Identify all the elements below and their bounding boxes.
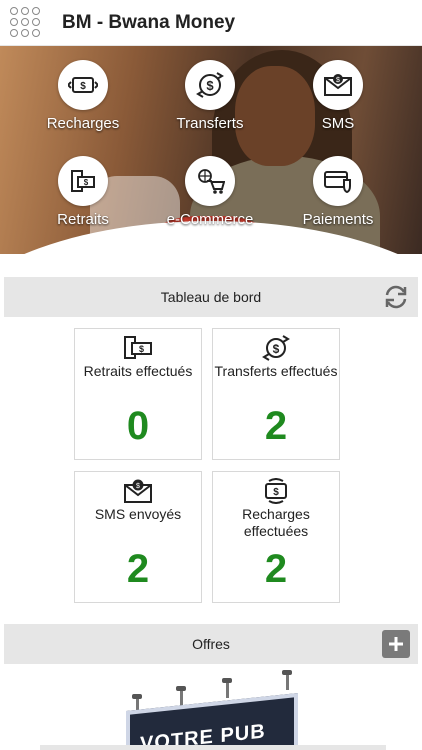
svg-text:$: $	[273, 487, 279, 498]
atm-withdraw-icon: $	[58, 156, 108, 206]
billboard: VOTRE PUB ICI	[126, 692, 298, 750]
sms-envelope-icon: $	[122, 478, 154, 504]
atm-withdraw-icon: $	[122, 335, 154, 361]
billboard-lamp	[222, 678, 232, 698]
card-recharges[interactable]: $ Recharges effectuées 2	[212, 471, 340, 603]
card-sms[interactable]: $ SMS envoyés 2	[74, 471, 202, 603]
recharge-cash-icon: $	[58, 60, 108, 110]
card-transferts[interactable]: $ Transferts effectués 2	[212, 328, 340, 460]
card-retraits[interactable]: $ Retraits effectués 0	[74, 328, 202, 460]
dollar-transfer-icon: $	[260, 335, 292, 361]
card-label: Recharges effectuées	[242, 506, 310, 539]
card-shield-icon	[313, 156, 363, 206]
service-transferts[interactable]: $ Transferts	[150, 60, 270, 132]
service-recharges[interactable]: $ Recharges	[23, 60, 143, 132]
svg-text:$: $	[80, 81, 86, 92]
globe-cart-icon	[185, 156, 235, 206]
sms-envelope-icon: $	[313, 60, 363, 110]
card-value: 0	[126, 404, 150, 448]
svg-text:$: $	[136, 483, 140, 490]
svg-text:$: $	[84, 178, 89, 187]
billboard-lamp	[282, 670, 292, 690]
svg-text:$: $	[206, 78, 214, 93]
service-label: Transferts	[176, 115, 244, 132]
dashboard-header: Tableau de bord	[4, 277, 418, 317]
ad-banner[interactable]: VOTRE PUB ICI	[40, 668, 386, 750]
offers-header: Offres	[4, 624, 418, 664]
card-label: Retraits effectués	[83, 363, 193, 379]
ad-footer-bar	[40, 745, 386, 750]
service-sms[interactable]: $ SMS	[278, 60, 398, 132]
service-label: Paiements	[302, 211, 374, 228]
hero-banner: $ Recharges $ Transferts $ SMS $ Retrait…	[0, 46, 422, 254]
recharge-cash-icon: $	[260, 478, 292, 504]
service-label: Recharges	[46, 115, 120, 132]
service-label: Retraits	[57, 211, 109, 228]
card-value: 2	[126, 547, 150, 591]
refresh-icon[interactable]	[382, 283, 410, 311]
card-value: 2	[264, 547, 288, 591]
billboard-lamp	[176, 686, 186, 706]
dollar-transfer-icon: $	[185, 60, 235, 110]
service-label: SMS	[321, 115, 355, 132]
service-paiements[interactable]: Paiements	[278, 156, 398, 228]
svg-text:$: $	[139, 344, 144, 354]
plus-icon[interactable]	[382, 630, 410, 658]
dashboard-title: Tableau de bord	[160, 289, 262, 305]
apps-grid-icon[interactable]	[6, 3, 46, 43]
card-label: Transferts effectués	[214, 363, 338, 379]
service-retraits[interactable]: $ Retraits	[23, 156, 143, 228]
svg-text:$: $	[336, 77, 340, 84]
service-ecommerce[interactable]: e-Commerce	[150, 156, 270, 228]
service-label: e-Commerce	[166, 211, 254, 228]
offers-title: Offres	[192, 636, 230, 652]
app-bar: BM - Bwana Money	[0, 0, 422, 46]
card-value: 2	[264, 404, 288, 448]
card-label: SMS envoyés	[94, 506, 182, 522]
svg-text:$: $	[273, 342, 280, 356]
app-title: BM - Bwana Money	[62, 11, 236, 33]
